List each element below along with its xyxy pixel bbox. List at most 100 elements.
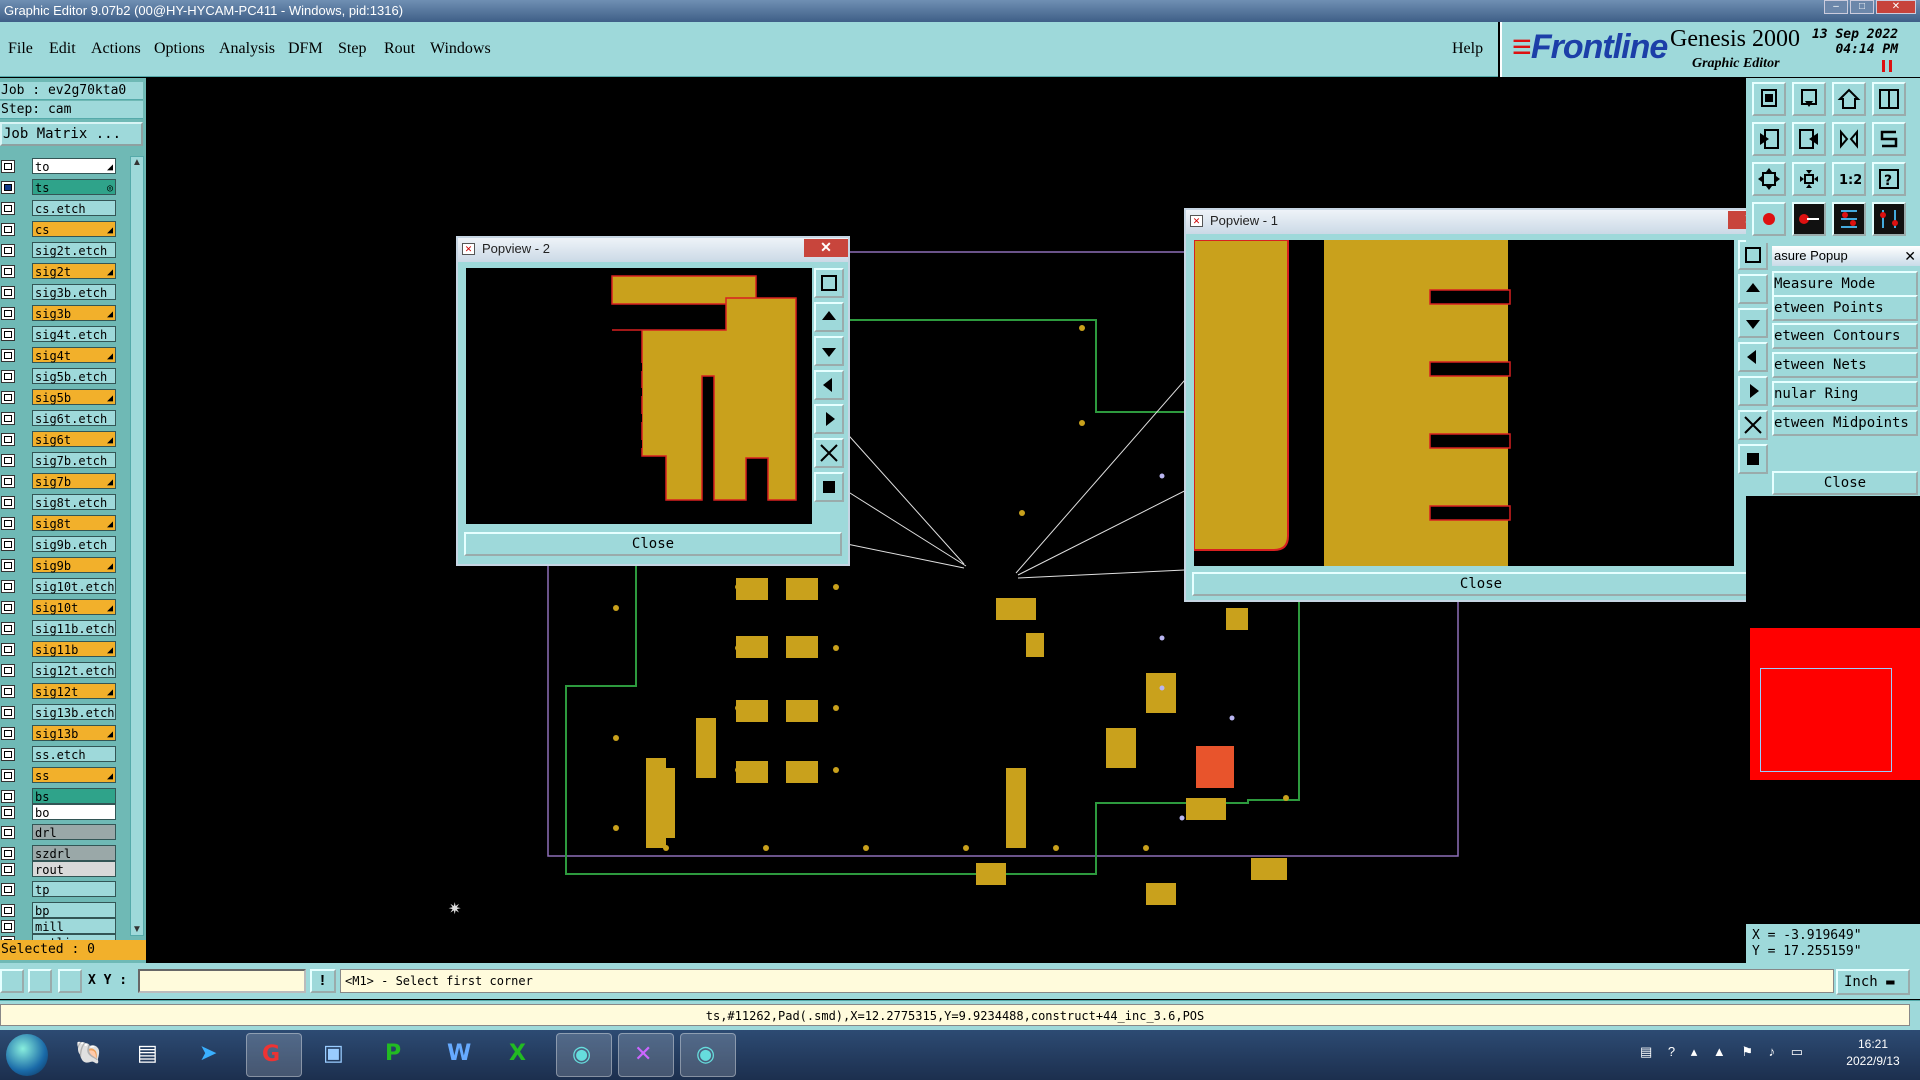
layer-checkbox[interactable] [1,160,15,173]
popview-2-right-button[interactable] [814,404,844,434]
layer-checkbox[interactable] [1,643,15,656]
layer-checkbox[interactable] [1,223,15,236]
layer-row-sig3b-etch[interactable]: sig3b.etch [0,284,118,300]
snap-grid-icon[interactable] [1752,202,1786,236]
layer-row-to[interactable]: to ◢ [0,158,118,174]
split-view-icon[interactable] [1872,82,1906,116]
layer-checkbox[interactable] [1,826,15,839]
layer-checkbox[interactable] [1,580,15,593]
layer-row-drl[interactable]: drl [0,824,118,840]
popview-1-left-button[interactable] [1738,342,1768,372]
layer-row-sig10t[interactable]: sig10t ◢ [0,599,118,615]
layer-checkbox[interactable] [1,847,15,860]
layer-row-sig12t-etch[interactable]: sig12t.etch [0,662,118,678]
layer-name[interactable]: szdrl [32,845,116,861]
menu-actions[interactable]: Actions [91,40,141,58]
net-icon[interactable] [1832,202,1866,236]
popview-2-down-button[interactable] [814,336,844,366]
layer-row-sig11b-etch[interactable]: sig11b.etch [0,620,118,636]
layer-row-ss-etch[interactable]: ss.etch [0,746,118,762]
measure-between-contours[interactable]: etween Contours [1772,323,1918,349]
layer-checkbox[interactable] [1,790,15,803]
popview-1-zoom-button[interactable] [1738,240,1768,270]
popview-2-close-button[interactable]: Close [464,532,842,556]
layer-row-sig2t[interactable]: sig2t ◢ [0,263,118,279]
popview-1-close-button[interactable]: Close [1192,572,1770,596]
taskbar-eye-app-2-button[interactable]: ◉ [680,1033,736,1077]
popview-2-fit-button[interactable] [814,438,844,468]
layer-row-sig9b[interactable]: sig9b ◢ [0,557,118,573]
taskbar-word-button[interactable]: W [432,1033,488,1077]
layer-checkbox[interactable] [1,559,15,572]
layer-name[interactable]: sig12t ◢ [32,683,116,699]
layer-checkbox[interactable] [1,181,15,194]
scale-1-2-icon[interactable]: 1:2 [1832,162,1866,196]
snap-icon[interactable] [1872,122,1906,156]
zoom-out-icon[interactable] [1792,162,1826,196]
layer-name[interactable]: bo [32,804,116,820]
measure-between-midpoints[interactable]: etween Midpoints [1772,410,1918,436]
menu-windows[interactable]: Windows [430,40,491,58]
popview-1-up-button[interactable] [1738,274,1768,304]
layer-name[interactable]: ss.etch [32,746,116,762]
taskbar-arrow-app-button[interactable]: ➤ [184,1033,240,1077]
taskbar-genesis-x-button[interactable]: ✕ [618,1033,674,1077]
zoom-down-icon[interactable] [1792,82,1826,116]
taskbar-save-app-button[interactable]: ▣ [308,1033,364,1077]
layer-name[interactable]: sig2t ◢ [32,263,116,279]
minimize-button[interactable]: – [1824,0,1848,14]
layer-checkbox[interactable] [1,538,15,551]
layer-row-sig12t[interactable]: sig12t ◢ [0,683,118,699]
measure-annular-ring[interactable]: nular Ring [1772,381,1918,407]
mirror-icon[interactable] [1832,122,1866,156]
menu-options[interactable]: Options [154,40,205,58]
taskbar-notepad-button[interactable]: ▤ [122,1033,178,1077]
layer-checkbox[interactable] [1,904,15,917]
layer-name[interactable]: bp [32,902,116,918]
menu-help[interactable]: Help [1452,40,1483,58]
layer-checkbox[interactable] [1,475,15,488]
measure-icon[interactable] [1792,202,1826,236]
zoom-window-icon[interactable] [1752,82,1786,116]
layer-name[interactable]: drl [32,824,116,840]
job-matrix-button[interactable]: Job Matrix ... [0,122,143,146]
layer-name[interactable]: sig9b ◢ [32,557,116,573]
layer-name[interactable]: ss ◢ [32,767,116,783]
taskbar-red-g-app-button[interactable]: G [246,1033,302,1077]
zoom-in-icon[interactable] [1752,162,1786,196]
layer-row-cs-etch[interactable]: cs.etch [0,200,118,216]
layer-row-bo[interactable]: bo [0,804,118,820]
layer-checkbox[interactable] [1,349,15,362]
layer-checkbox[interactable] [1,748,15,761]
popview-1-down-button[interactable] [1738,308,1768,338]
layer-name[interactable]: sig10t.etch [32,578,116,594]
layer-row-cs[interactable]: cs ◢ [0,221,118,237]
layer-name[interactable]: sig4t ◢ [32,347,116,363]
maximize-button[interactable]: □ [1850,0,1874,14]
layer-checkbox[interactable] [1,806,15,819]
menu-file[interactable]: File [8,40,33,58]
layer-row-sig11b[interactable]: sig11b ◢ [0,641,118,657]
layer-name[interactable]: sig8t.etch [32,494,116,510]
layer-row-sig9b-etch[interactable]: sig9b.etch [0,536,118,552]
layer-name[interactable]: sig9b.etch [32,536,116,552]
layer-row-sig5b[interactable]: sig5b ◢ [0,389,118,405]
layer-row-sig8t[interactable]: sig8t ◢ [0,515,118,531]
help-icon[interactable]: ? [1872,162,1906,196]
close-button[interactable]: ✕ [1876,0,1916,14]
layer-checkbox[interactable] [1,412,15,425]
layer-row-szdrl[interactable]: szdrl [0,845,118,861]
layer-row-mill[interactable]: mill [0,918,118,934]
layer-checkbox[interactable] [1,622,15,635]
layer-checkbox[interactable] [1,496,15,509]
taskbar-eye-app-button[interactable]: ◉ [556,1033,612,1077]
layer-name[interactable]: sig2t.etch [32,242,116,258]
layer-name[interactable]: sig12t.etch [32,662,116,678]
popview-1-fit-button[interactable] [1738,410,1768,440]
menu-analysis[interactable]: Analysis [219,40,275,58]
layer-name[interactable]: sig7b ◢ [32,473,116,489]
layer-row-sig13b-etch[interactable]: sig13b.etch [0,704,118,720]
popview-2-up-button[interactable] [814,302,844,332]
layer-checkbox[interactable] [1,370,15,383]
measure-popup-close-x[interactable]: ✕ [1904,246,1916,266]
